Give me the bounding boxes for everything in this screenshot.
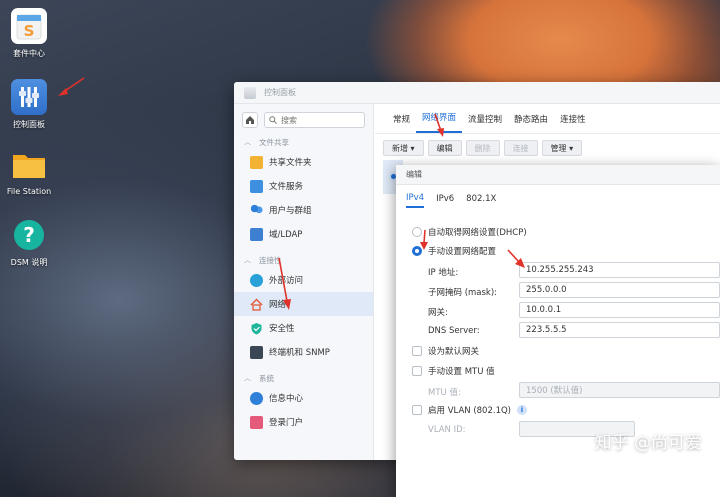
- dhcp-radio[interactable]: [412, 227, 422, 237]
- tab-static-route[interactable]: 静态路由: [508, 113, 554, 133]
- svg-text:S: S: [24, 22, 35, 40]
- sidebar-item-file-services[interactable]: 文件服务: [234, 174, 373, 198]
- ip-address-input[interactable]: 10.255.255.243: [519, 262, 720, 278]
- desktop-icon-label: File Station: [6, 187, 52, 196]
- manual-mtu-option[interactable]: 手动设置 MTU 值: [412, 365, 495, 377]
- dns-server-label: DNS Server:: [428, 326, 480, 336]
- sidebar-item-info-center[interactable]: 信息中心: [234, 386, 373, 410]
- shared-folder-icon: [250, 155, 263, 169]
- control-panel-icon: [244, 86, 256, 99]
- vlan-id-label: VLAN ID:: [428, 425, 466, 435]
- dialog-tab-bar: IPv4 IPv6 802.1X: [396, 185, 720, 215]
- globe-icon: [250, 273, 263, 287]
- delete-button[interactable]: 删除: [465, 140, 500, 156]
- tab-ipv6[interactable]: IPv6: [436, 194, 454, 207]
- tab-general[interactable]: 常规: [387, 113, 416, 133]
- home-button[interactable]: [242, 112, 258, 128]
- gateway-label: 网关:: [428, 308, 448, 318]
- desktop-icon-label: 控制面板: [13, 120, 45, 129]
- control-panel-icon: [11, 79, 47, 115]
- edit-button[interactable]: 编辑: [427, 140, 462, 156]
- desktop-icon-label: 套件中心: [13, 49, 45, 58]
- chevron-up-icon: ︿: [244, 256, 251, 264]
- package-center-icon: S: [11, 8, 47, 44]
- chevron-up-icon: ︿: [244, 138, 251, 146]
- connect-button[interactable]: 连接: [503, 140, 538, 156]
- search-box[interactable]: [264, 112, 365, 128]
- chevron-up-icon: ︿: [244, 374, 251, 382]
- login-portal-icon: [250, 415, 263, 429]
- info-icon[interactable]: i: [516, 405, 527, 415]
- sidebar-item-shared-folder[interactable]: 共享文件夹: [234, 150, 373, 174]
- sidebar-item-login-portal[interactable]: 登录门户: [234, 410, 373, 434]
- ip-address-label: IP 地址:: [428, 268, 459, 278]
- tab-ipv4[interactable]: IPv4: [406, 193, 425, 208]
- tab-8021x[interactable]: 802.1X: [466, 194, 496, 207]
- terminal-icon: [250, 345, 263, 359]
- manual-config-radio[interactable]: [412, 246, 422, 256]
- subnet-mask-input[interactable]: 255.0.0.0: [519, 282, 720, 298]
- manage-button[interactable]: 管理 ▾: [541, 140, 583, 156]
- users-icon: [250, 203, 263, 217]
- home-icon: [246, 116, 254, 124]
- sidebar: ︿ 文件共享 共享文件夹 文件服务 用户与群组 域/LDAP ︿ 连接性 外部访…: [234, 104, 374, 460]
- vlan-option[interactable]: 启用 VLAN (802.1Q) i: [412, 404, 527, 416]
- manual-config-option[interactable]: 手动设置网络配置: [412, 245, 496, 257]
- sidebar-item-domain-ldap[interactable]: 域/LDAP: [234, 222, 373, 246]
- desktop-icon-label: DSM 说明: [10, 258, 48, 267]
- manual-mtu-checkbox[interactable]: [412, 366, 422, 376]
- window-titlebar[interactable]: 控制面板: [234, 82, 720, 104]
- desktop-icon-file-station[interactable]: File Station: [0, 147, 58, 196]
- tab-connectivity[interactable]: 连接性: [554, 113, 592, 133]
- dialog-title: 编辑: [396, 165, 720, 185]
- search-input[interactable]: [281, 115, 361, 125]
- default-gateway-option[interactable]: 设为默认网关: [412, 345, 479, 357]
- tab-network-interface[interactable]: 网络界面: [416, 111, 463, 133]
- default-gateway-checkbox[interactable]: [412, 346, 422, 356]
- sidebar-item-terminal-snmp[interactable]: 终端机和 SNMP: [234, 340, 373, 364]
- desktop-icon-control-panel[interactable]: 控制面板: [0, 79, 58, 130]
- tab-bar: 常规 网络界面 流量控制 静态路由 连接性: [375, 104, 720, 134]
- sidebar-section-file-sharing[interactable]: ︿ 文件共享: [234, 134, 373, 150]
- gateway-input[interactable]: 10.0.0.1: [519, 302, 720, 318]
- shield-icon: [250, 322, 263, 335]
- help-icon: ?: [11, 217, 47, 253]
- mtu-label: MTU 值:: [428, 388, 461, 398]
- desktop-icon-dsm-help[interactable]: ? DSM 说明: [0, 217, 58, 268]
- domain-icon: [250, 227, 263, 241]
- mtu-select[interactable]: 1500 (默认值): [519, 382, 720, 398]
- watermark-text: 知乎 @尚可爱: [594, 433, 702, 453]
- vlan-checkbox[interactable]: [412, 405, 422, 415]
- dhcp-option[interactable]: 自动取得网络设置(DHCP): [412, 226, 527, 238]
- desktop-icon-package-center[interactable]: S 套件中心: [0, 8, 58, 59]
- subnet-mask-label: 子网掩码 (mask):: [428, 288, 498, 298]
- dns-server-input[interactable]: 223.5.5.5: [519, 322, 720, 338]
- folder-icon: [11, 147, 47, 183]
- info-icon: [250, 391, 263, 405]
- network-house-icon: [250, 297, 263, 311]
- sidebar-section-connectivity[interactable]: ︿ 连接性: [234, 252, 373, 268]
- sidebar-item-external-access[interactable]: 外部访问: [234, 268, 373, 292]
- tab-traffic-control[interactable]: 流量控制: [462, 113, 508, 133]
- window-title: 控制面板: [264, 88, 296, 97]
- search-icon: [269, 116, 277, 124]
- file-services-icon: [250, 179, 263, 193]
- sidebar-item-security[interactable]: 安全性: [234, 316, 373, 340]
- sidebar-section-system[interactable]: ︿ 系统: [234, 370, 373, 386]
- svg-text:?: ?: [23, 223, 35, 247]
- toolbar: 新增 ▾ 编辑 删除 连接 管理 ▾: [375, 134, 720, 162]
- create-button[interactable]: 新增 ▾: [383, 140, 424, 156]
- sidebar-item-user-group[interactable]: 用户与群组: [234, 198, 373, 222]
- sidebar-item-network[interactable]: 网络: [234, 292, 373, 316]
